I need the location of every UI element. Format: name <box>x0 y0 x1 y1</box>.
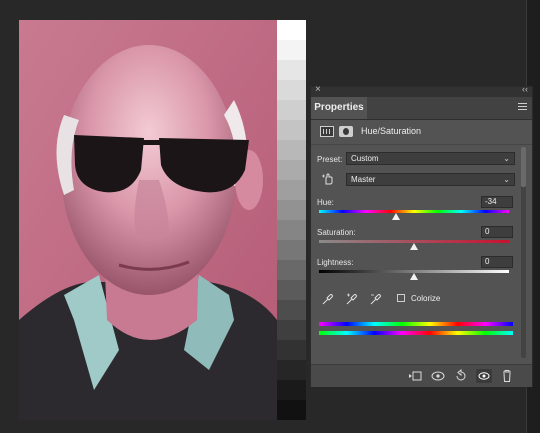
preset-dropdown[interactable]: Custom ⌄ <box>346 152 515 165</box>
adjustment-title: Hue/Saturation <box>361 126 422 136</box>
portrait-photo <box>19 20 277 420</box>
hue-slider-track[interactable] <box>319 210 509 213</box>
panel-tabbar: Properties <box>311 97 532 120</box>
panel-titlebar[interactable]: × ‹‹ <box>311 84 532 97</box>
saturation-label: Saturation: <box>317 228 356 237</box>
lightness-input[interactable]: 0 <box>481 256 513 268</box>
chevron-down-icon: ⌄ <box>503 175 510 184</box>
eyedropper-icon[interactable] <box>322 293 334 305</box>
scrollbar-thumb[interactable] <box>521 147 526 187</box>
collapse-icon[interactable]: ‹‹ <box>522 84 528 94</box>
close-icon[interactable]: × <box>315 84 321 95</box>
view-previous-state-icon[interactable] <box>430 369 446 383</box>
saturation-slider-thumb[interactable] <box>410 243 418 250</box>
chevron-down-icon: ⌄ <box>503 154 510 163</box>
panel-bottom-bar <box>311 364 532 387</box>
reset-icon[interactable] <box>453 369 469 383</box>
hue-input[interactable]: -34 <box>481 196 513 208</box>
tab-properties[interactable]: Properties <box>311 97 367 119</box>
preset-value: Custom <box>351 154 379 163</box>
visibility-icon[interactable] <box>476 369 492 383</box>
channel-dropdown[interactable]: Master ⌄ <box>346 173 515 186</box>
hue-slider-thumb[interactable] <box>392 213 401 220</box>
adjustment-header: Hue/Saturation <box>311 120 532 145</box>
properties-panel: × ‹‹ Properties Hue/Saturation Preset: C… <box>310 84 533 387</box>
preset-label: Preset: <box>317 155 343 164</box>
grayscale-strip <box>277 20 306 420</box>
lightness-slider-thumb[interactable] <box>410 273 418 280</box>
targeted-adjustment-hand-icon[interactable] <box>322 173 334 185</box>
input-color-bar <box>319 322 513 326</box>
hue-saturation-adjustment-icon[interactable] <box>320 126 334 137</box>
trash-icon[interactable] <box>499 369 515 383</box>
add-to-sample-eyedropper-icon[interactable] <box>346 293 358 305</box>
subtract-from-sample-eyedropper-icon[interactable] <box>370 293 382 305</box>
clip-to-layer-icon[interactable] <box>407 369 423 383</box>
panel-menu-icon[interactable] <box>518 103 527 112</box>
panel-scrollbar[interactable] <box>521 147 526 358</box>
colorize-checkbox[interactable] <box>397 294 405 302</box>
saturation-input[interactable]: 0 <box>481 226 513 238</box>
colorize-label: Colorize <box>411 294 441 303</box>
layer-mask-icon[interactable] <box>339 126 353 137</box>
lightness-label: Lightness: <box>317 258 354 267</box>
output-color-bar <box>319 331 513 335</box>
hue-label: Hue: <box>317 198 334 207</box>
channel-value: Master <box>351 175 376 184</box>
